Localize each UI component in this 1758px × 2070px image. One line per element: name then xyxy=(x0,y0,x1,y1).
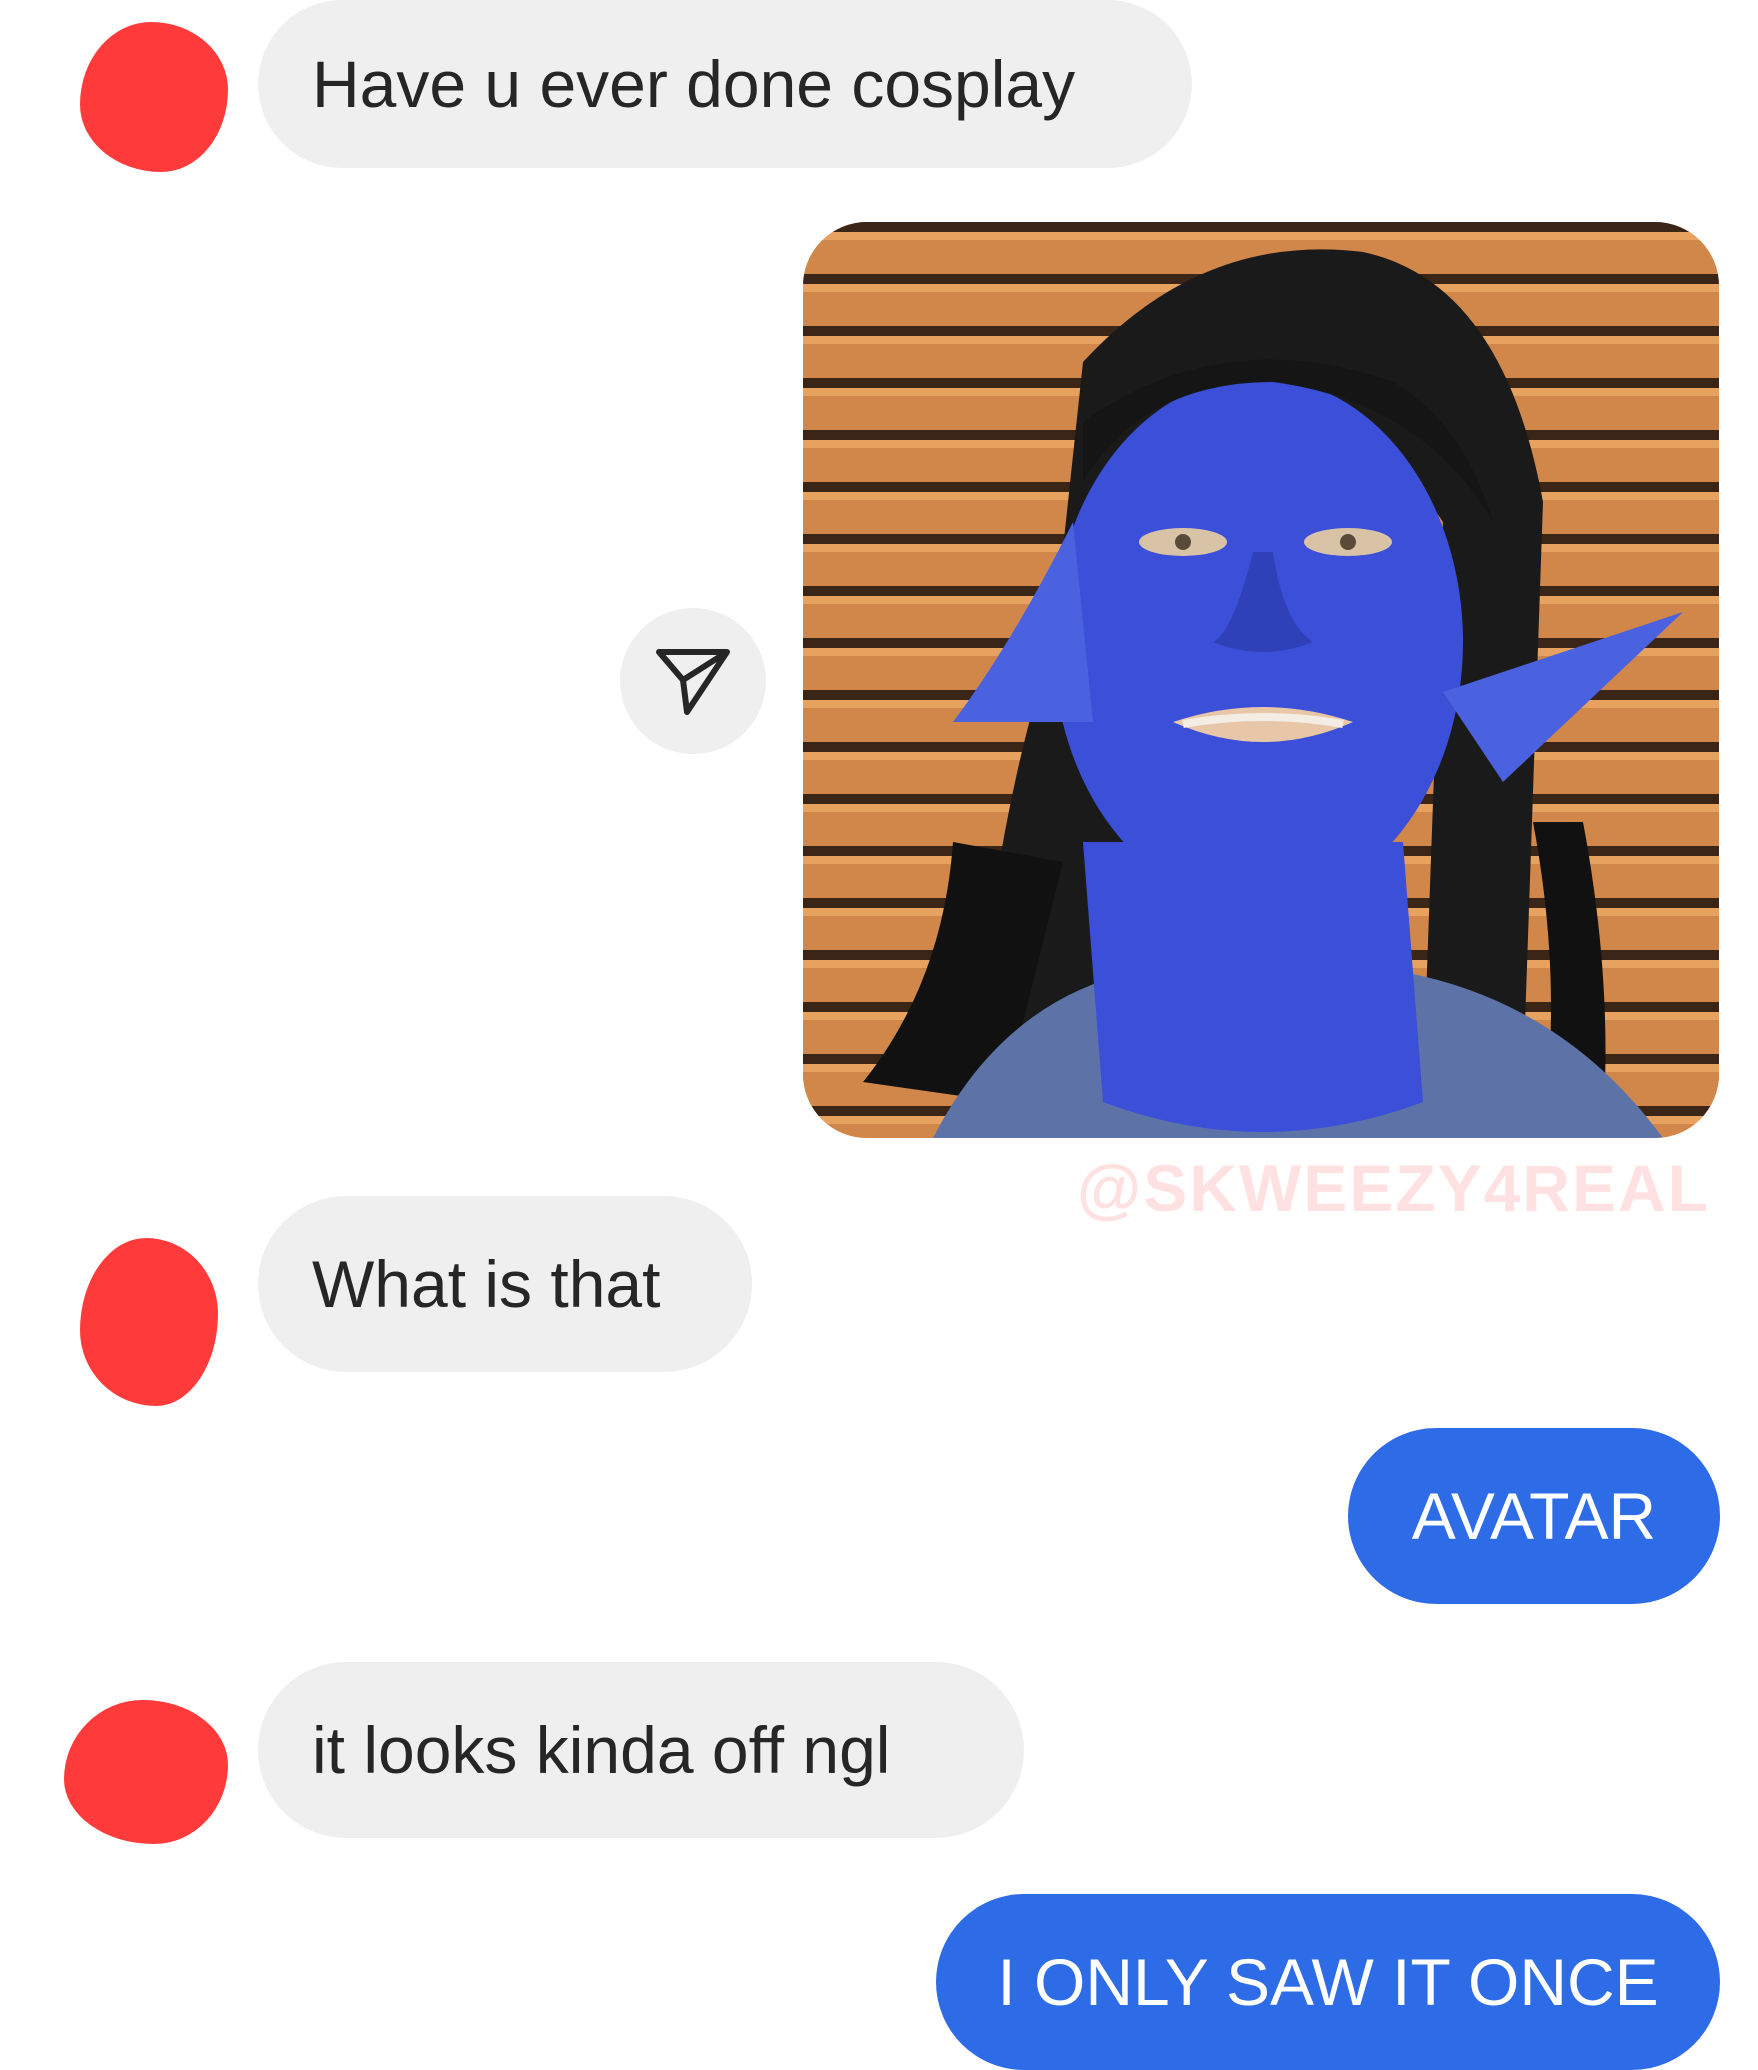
sender-avatar-redacted[interactable] xyxy=(80,22,228,172)
message-text: Have u ever done cosplay xyxy=(312,47,1076,121)
message-text: it looks kinda off ngl xyxy=(312,1713,891,1787)
sender-avatar-redacted[interactable] xyxy=(64,1700,228,1844)
share-icon xyxy=(656,649,730,715)
message-bubble-outgoing[interactable]: I ONLY SAW IT ONCE xyxy=(936,1894,1720,2070)
message-bubble-incoming[interactable]: Have u ever done cosplay xyxy=(258,0,1192,168)
photo-watermark: @SKWEEZY4REAL xyxy=(1076,1151,1710,1225)
message-bubble-incoming[interactable]: What is that xyxy=(258,1196,752,1372)
share-button[interactable] xyxy=(620,608,766,754)
sender-avatar-redacted[interactable] xyxy=(80,1238,218,1406)
message-text: AVATAR xyxy=(1411,1479,1657,1553)
message-text: I ONLY SAW IT ONCE xyxy=(997,1945,1659,2019)
message-bubble-outgoing[interactable]: AVATAR xyxy=(1348,1428,1720,1604)
message-bubble-incoming[interactable]: it looks kinda off ngl xyxy=(258,1662,1024,1838)
message-text: What is that xyxy=(312,1247,661,1321)
cosplay-photo-image xyxy=(803,222,1719,1138)
shared-photo[interactable] xyxy=(803,222,1719,1138)
